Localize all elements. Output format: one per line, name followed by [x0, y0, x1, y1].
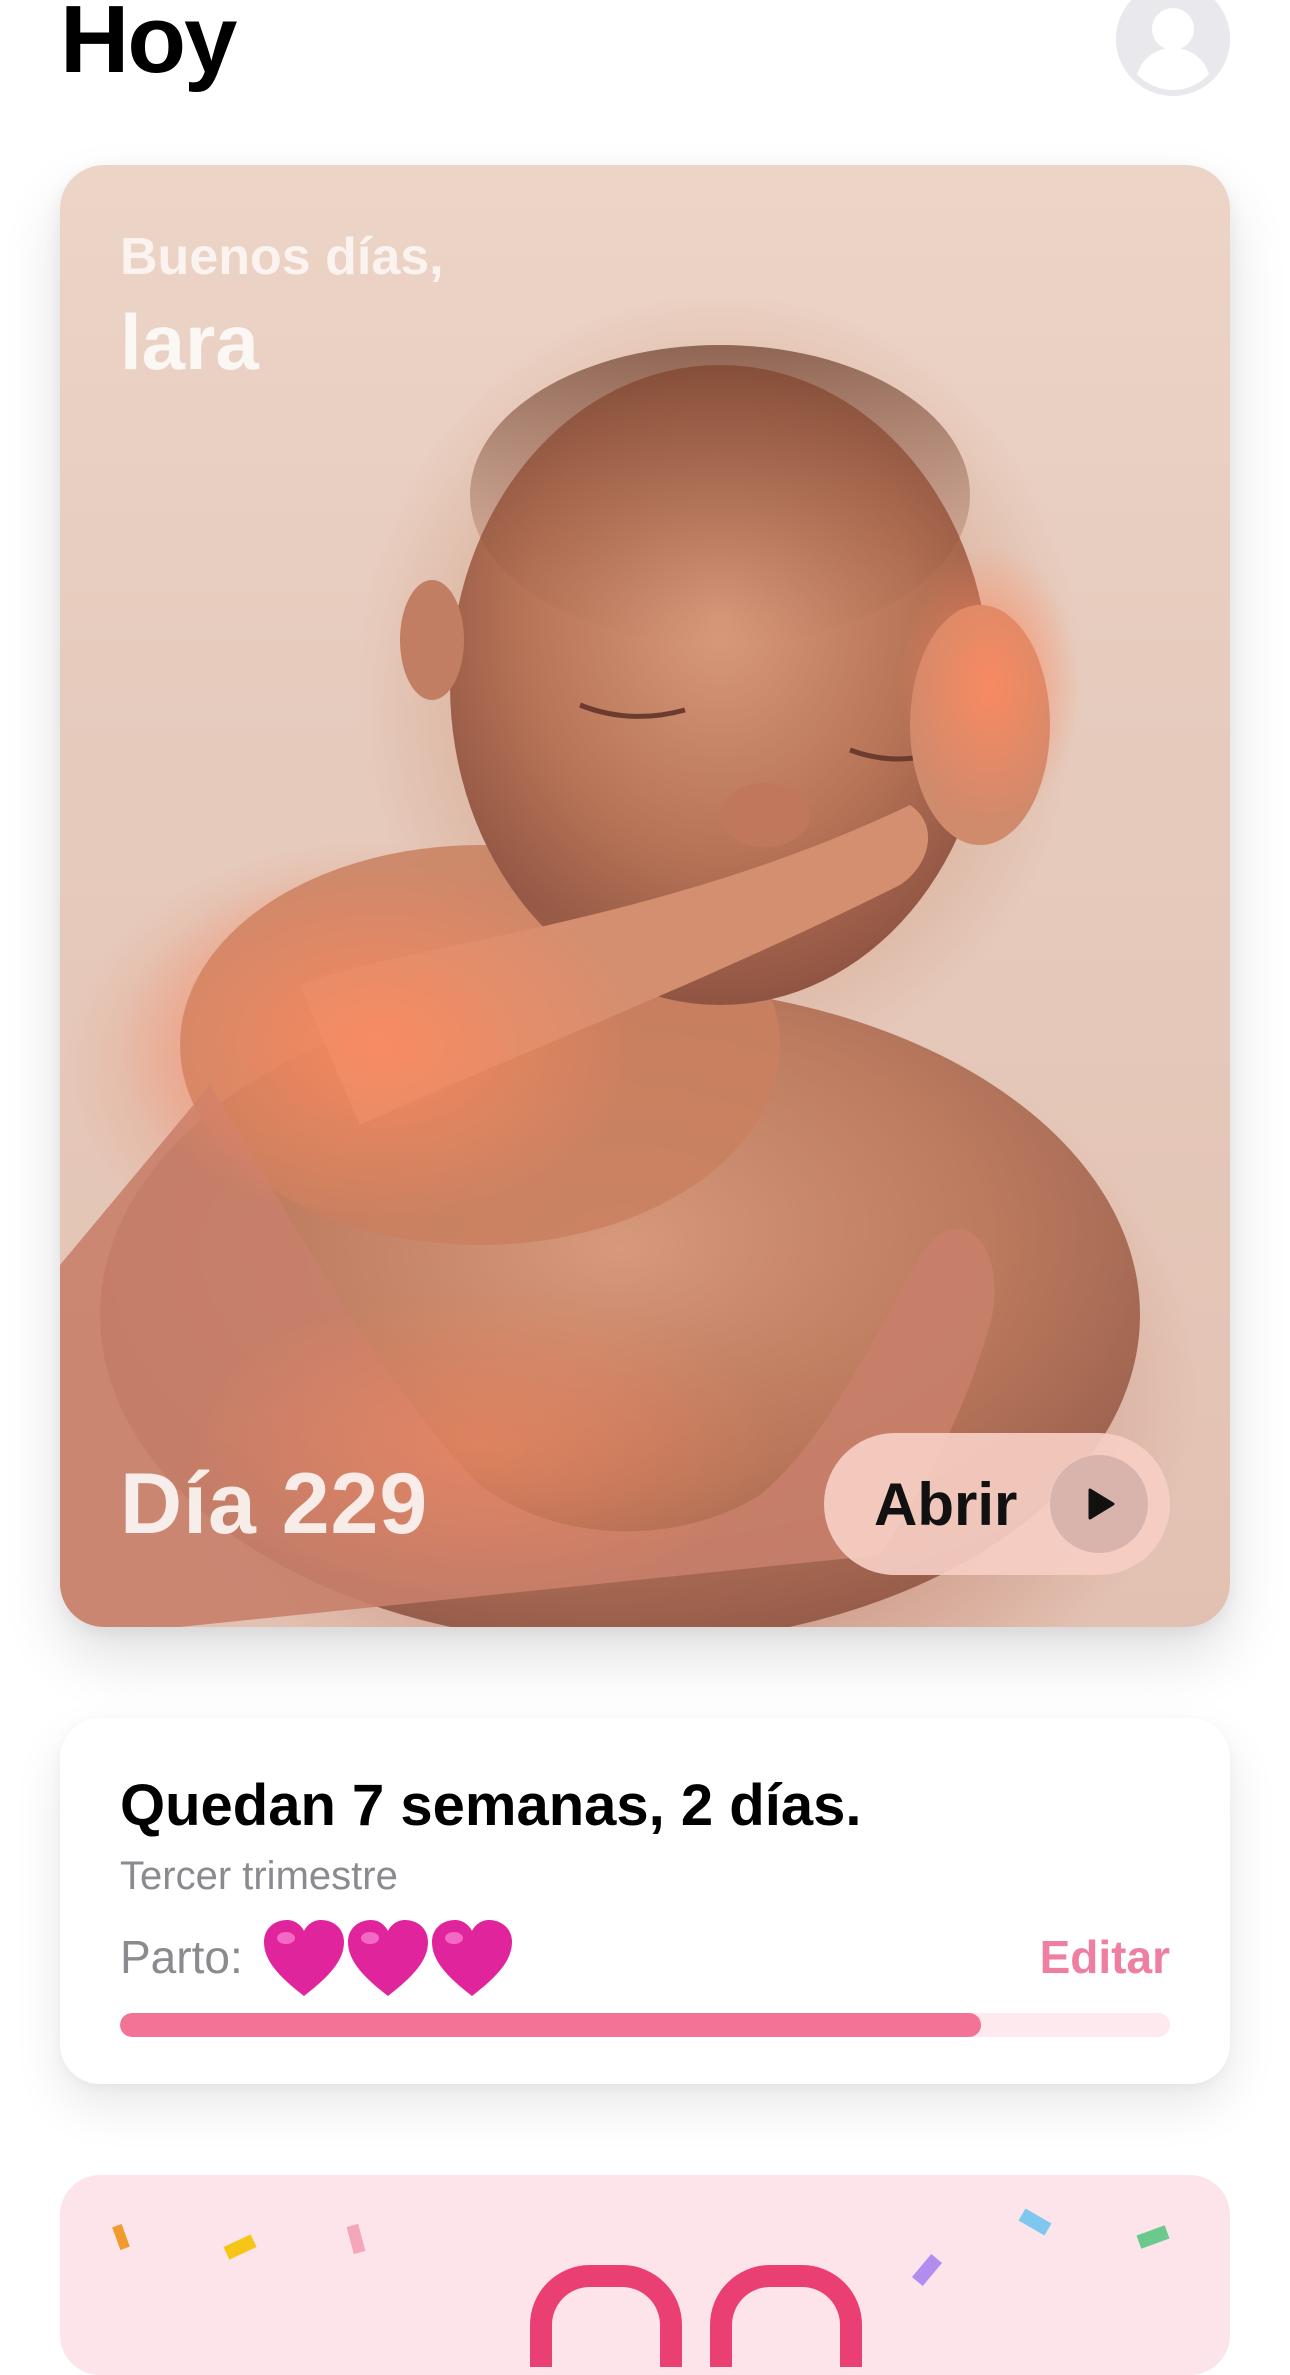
confetti-icon — [112, 2224, 130, 2250]
heart-emoji-icon — [264, 1920, 344, 1996]
trimester-label: Tercer trimestre — [120, 1854, 398, 1898]
due-date-row: Parto: Editar — [120, 1918, 1170, 2008]
pregnancy-progress-fill — [120, 2013, 981, 2037]
edit-due-date-link[interactable]: Editar — [1040, 1930, 1170, 1984]
celebration-card[interactable] — [60, 2175, 1230, 2375]
heart-emoji-icon — [432, 1920, 512, 1996]
confetti-icon — [223, 2234, 257, 2260]
weeks-remaining-title: Quedan 7 semanas, 2 días. — [120, 1773, 862, 1838]
header: Hoy — [0, 0, 1290, 130]
due-date-countdown-card: Quedan 7 semanas, 2 días. Tercer trimest… — [60, 1718, 1230, 2084]
pregnancy-day-label: Día 229 — [120, 1456, 429, 1552]
confetti-icon — [1136, 2225, 1170, 2249]
profile-avatar-icon[interactable] — [1116, 0, 1230, 96]
open-button[interactable]: Abrir — [824, 1433, 1170, 1575]
due-date-label: Parto: — [120, 1931, 243, 1983]
confetti-icon — [1018, 2208, 1052, 2236]
open-button-label: Abrir — [874, 1470, 1018, 1538]
celebration-number — [530, 2265, 890, 2367]
pregnancy-day-card[interactable]: Buenos días, lara Día 229 Abrir — [60, 165, 1230, 1627]
pregnancy-progress-bar — [120, 2013, 1170, 2037]
user-name: lara — [120, 298, 259, 386]
confetti-icon — [346, 2223, 366, 2255]
page-title: Hoy — [60, 0, 237, 93]
play-icon — [1050, 1455, 1148, 1553]
greeting-text: Buenos días, — [120, 228, 444, 286]
due-date-hidden-value — [260, 1916, 512, 2006]
confetti-icon — [911, 2254, 943, 2286]
heart-emoji-icon — [348, 1920, 428, 1996]
